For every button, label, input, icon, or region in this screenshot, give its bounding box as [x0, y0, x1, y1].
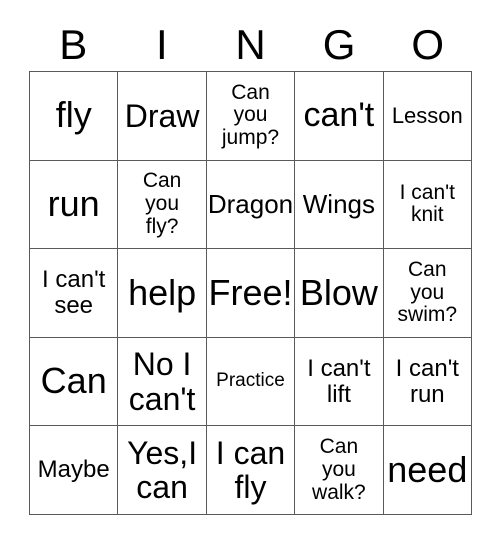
- bingo-cell[interactable]: run: [30, 160, 119, 250]
- bingo-cell-label: fly: [55, 94, 92, 136]
- bingo-cell-label: I can't run: [395, 354, 459, 408]
- bingo-cell-label: Wings: [302, 189, 376, 220]
- bingo-cell[interactable]: need: [383, 426, 472, 515]
- bingo-card: B I N G O fly Draw Can you jump? can't Lesso…: [0, 0, 500, 544]
- bingo-cell-label: I can't see: [42, 266, 106, 319]
- bingo-cell-label: Can you fly?: [142, 169, 182, 238]
- bingo-cell-label: Dragon: [207, 189, 294, 220]
- bingo-cell[interactable]: I can't knit: [383, 160, 472, 250]
- bingo-cell[interactable]: Maybe: [30, 426, 119, 515]
- bingo-cell-label: Can: [40, 360, 107, 402]
- bingo-cell[interactable]: I can't lift: [295, 337, 384, 427]
- bingo-cell-label: Draw: [124, 97, 200, 134]
- header-letter-o: O: [411, 20, 444, 68]
- bingo-cell[interactable]: Can you walk?: [295, 426, 384, 515]
- bingo-cell[interactable]: Blow: [295, 249, 384, 338]
- bingo-cell[interactable]: Practice: [206, 337, 296, 427]
- header-letter-b: B: [59, 20, 88, 68]
- bingo-cell[interactable]: Can you swim?: [383, 249, 472, 338]
- bingo-cell-label: I can fly: [215, 434, 286, 506]
- bingo-cell[interactable]: I can fly: [206, 426, 296, 515]
- bingo-cell-label: Can you swim?: [397, 257, 458, 327]
- bingo-cell-label: run: [47, 182, 100, 224]
- bingo-cell[interactable]: Draw: [118, 72, 207, 161]
- bingo-cell-label: can't: [303, 96, 375, 135]
- bingo-cell-label: Practice: [216, 370, 285, 392]
- bingo-cell-label: Free!: [208, 271, 293, 313]
- bingo-cell[interactable]: No I can't: [118, 337, 207, 427]
- bingo-cell[interactable]: Wings: [295, 160, 384, 250]
- bingo-cell-label: I can't lift: [307, 354, 371, 408]
- bingo-cell-label: Can you walk?: [312, 435, 366, 504]
- bingo-cell[interactable]: Can you fly?: [118, 160, 207, 250]
- bingo-cell-label: Blow: [299, 271, 378, 313]
- bingo-cell[interactable]: Dragon: [206, 160, 296, 250]
- bingo-cell[interactable]: Yes,I can: [118, 426, 207, 515]
- bingo-cell[interactable]: fly: [30, 72, 119, 161]
- bingo-cell-label: need: [387, 448, 468, 490]
- bingo-cell[interactable]: Can you jump?: [206, 72, 296, 161]
- bingo-cell-free[interactable]: Free!: [206, 249, 296, 338]
- bingo-cell[interactable]: I can't run: [383, 337, 472, 427]
- bingo-cell-label: help: [128, 271, 197, 313]
- header-letter-g: G: [322, 20, 356, 68]
- header-letter-n: N: [235, 20, 266, 68]
- bingo-cell[interactable]: Lesson: [383, 72, 472, 161]
- bingo-cell[interactable]: Can: [30, 337, 119, 427]
- bingo-cell[interactable]: I can't see: [30, 249, 119, 338]
- header-letter-i: I: [156, 20, 168, 68]
- bingo-header-row: B I N G O: [29, 18, 472, 71]
- bingo-cell[interactable]: help: [118, 249, 207, 338]
- bingo-cell[interactable]: can't: [295, 72, 384, 161]
- bingo-cell-label: I can't knit: [399, 180, 455, 227]
- bingo-cell-label: Can you jump?: [221, 80, 280, 150]
- bingo-cell-label: Maybe: [37, 456, 110, 484]
- bingo-cell-label: Yes,I can: [127, 434, 198, 506]
- bingo-cell-label: Lesson: [391, 102, 463, 128]
- bingo-grid: fly Draw Can you jump? can't Lesson run Can yo…: [29, 71, 472, 515]
- bingo-cell-label: No I can't: [128, 346, 196, 417]
